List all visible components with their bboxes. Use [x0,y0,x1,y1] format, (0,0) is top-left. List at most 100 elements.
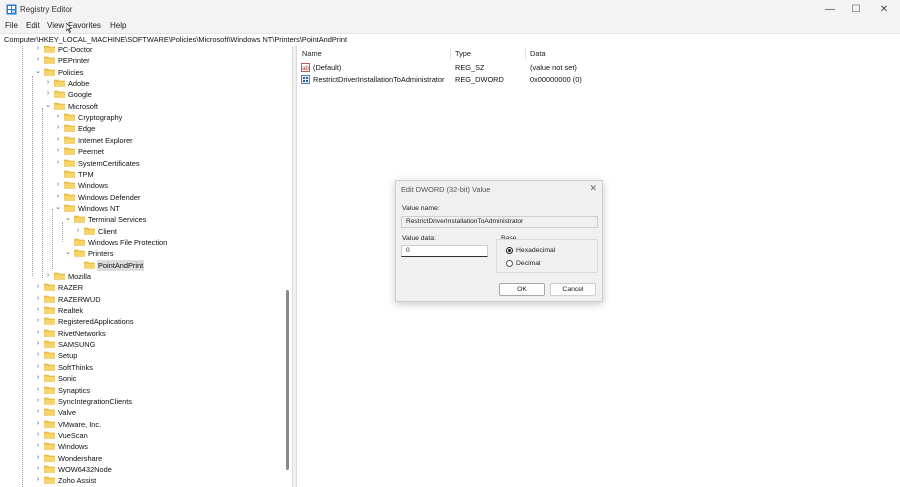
chevron-right-icon[interactable]: › [54,147,62,155]
chevron-down-icon[interactable]: ⌄ [64,249,72,257]
tree-node[interactable]: › Windows [0,441,290,452]
tree-node-label[interactable]: Windows NT [77,203,121,214]
key-tree-pane[interactable]: › PC-Doctor › PEPrinter ⌄ Policies › Adobe › Goog… [0,46,292,487]
tree-node-label[interactable]: Wondershare [57,453,103,464]
chevron-right-icon[interactable]: › [34,340,42,348]
menu-view[interactable]: View [47,21,64,30]
chevron-right-icon[interactable]: › [34,283,42,291]
tree-node-label[interactable]: Zoho Assist [57,475,97,486]
tree-node-label[interactable]: Windows [57,441,89,452]
tree-node-label[interactable]: Sonic [57,373,78,384]
tree-node[interactable]: ⌄ Printers [0,248,290,259]
menu-favorites[interactable]: Favorites [68,21,101,30]
column-header-name[interactable]: Name [302,49,322,58]
hexadecimal-radio[interactable] [506,247,513,254]
tree-node[interactable]: › RAZERWUD [0,294,290,305]
chevron-down-icon[interactable]: ⌄ [34,68,42,76]
ok-button[interactable]: OK [499,283,545,296]
tree-node-label[interactable]: Adobe [67,78,90,89]
tree-node-label[interactable]: SystemCertificates [77,158,141,169]
tree-node[interactable]: › WOW6432Node [0,464,290,475]
tree-node-label[interactable]: PEPrinter [57,55,91,66]
chevron-right-icon[interactable]: › [34,476,42,484]
tree-node-label[interactable]: Mozilla [67,271,92,282]
tree-node-label[interactable]: Synaptics [57,385,91,396]
chevron-right-icon[interactable]: › [34,46,42,53]
chevron-right-icon[interactable]: › [54,136,62,144]
tree-node-label[interactable]: Windows File Protection [87,237,168,248]
value-row[interactable]: RestrictDriverInstallationToAdministrato… [297,74,900,85]
close-button[interactable]: ✕ [869,2,899,17]
tree-node[interactable]: Windows File Protection [0,237,290,248]
tree-node-label[interactable]: VueScan [57,430,89,441]
tree-node[interactable]: › PC-Doctor [0,46,290,55]
tree-node-label[interactable]: Microsoft [67,101,99,112]
tree-node[interactable]: › Edge [0,123,290,134]
tree-node[interactable]: › Windows [0,180,290,191]
tree-node-label[interactable]: PC-Doctor [57,46,94,55]
tree-node-label[interactable]: SyncIntegrationClients [57,396,133,407]
chevron-right-icon[interactable]: › [54,193,62,201]
chevron-right-icon[interactable]: › [34,431,42,439]
chevron-down-icon[interactable]: ⌄ [44,102,52,110]
value-row[interactable]: ab (Default) REG_SZ (value not set) [297,62,900,73]
tree-node[interactable]: › Valve [0,407,290,418]
tree-node-label[interactable]: Client [97,226,118,237]
chevron-right-icon[interactable]: › [34,374,42,382]
dialog-close-icon[interactable]: ✕ [589,183,597,194]
tree-node-label[interactable]: RivetNetworks [57,328,107,339]
chevron-right-icon[interactable]: › [34,363,42,371]
value-data-input[interactable]: 0 [401,245,488,257]
tree-node-label[interactable]: Policies [57,67,84,78]
chevron-right-icon[interactable]: › [54,113,62,121]
tree-node[interactable]: › SyncIntegrationClients [0,396,290,407]
tree-node-label[interactable]: Setup [57,350,78,361]
tree-node[interactable]: › Zoho Assist [0,475,290,486]
menu-help[interactable]: Help [110,21,126,30]
tree-node-label-selected[interactable]: PointAndPrint [97,259,145,271]
chevron-right-icon[interactable]: › [44,272,52,280]
chevron-right-icon[interactable]: › [34,295,42,303]
tree-node[interactable]: › Adobe [0,78,290,89]
tree-node[interactable]: › SAMSUNG [0,339,290,350]
tree-node-label[interactable]: Realtek [57,305,84,316]
tree-node-label[interactable]: RAZER [57,282,84,293]
tree-node[interactable]: › SoftThinks [0,362,290,373]
tree-node[interactable]: › Sonic [0,373,290,384]
cancel-button[interactable]: Cancel [550,283,596,296]
chevron-right-icon[interactable]: › [34,317,42,325]
chevron-right-icon[interactable]: › [34,408,42,416]
tree-node-label[interactable]: Windows Defender [77,192,141,203]
tree-node[interactable]: ⌄ Microsoft [0,101,290,112]
tree-node[interactable]: ⌄ Policies [0,67,290,78]
chevron-right-icon[interactable]: › [44,79,52,87]
tree-node-label[interactable]: TPM [77,169,95,180]
tree-node[interactable]: › Synaptics [0,385,290,396]
tree-node-label[interactable]: Windows [77,180,109,191]
tree-node[interactable]: › VMware, Inc. [0,419,290,430]
decimal-radio[interactable] [506,260,513,267]
chevron-right-icon[interactable]: › [34,454,42,462]
chevron-down-icon[interactable]: ⌄ [54,204,62,212]
tree-scrollbar-thumb[interactable] [286,290,289,470]
tree-node[interactable]: TPM [0,169,290,180]
tree-node-label[interactable]: SoftThinks [57,362,94,373]
tree-node[interactable]: › Peernet [0,146,290,157]
chevron-right-icon[interactable]: › [34,329,42,337]
tree-node-label[interactable]: Terminal Services [87,214,147,225]
column-divider[interactable] [525,48,526,59]
tree-node-label[interactable]: Cryptography [77,112,123,123]
column-header-data[interactable]: Data [530,49,546,58]
tree-node[interactable]: › Realtek [0,305,290,316]
tree-node[interactable]: ⌄ Windows NT [0,203,290,214]
tree-node-label[interactable]: Internet Explorer [77,135,134,146]
column-divider[interactable] [450,48,451,59]
menu-file[interactable]: File [5,21,18,30]
chevron-right-icon[interactable]: › [34,386,42,394]
chevron-right-icon[interactable]: › [44,90,52,98]
address-bar[interactable]: Computer\HKEY_LOCAL_MACHINE\SOFTWARE\Pol… [0,33,900,47]
chevron-right-icon[interactable]: › [54,159,62,167]
tree-node-label[interactable]: Edge [77,123,96,134]
chevron-right-icon[interactable]: › [34,56,42,64]
chevron-right-icon[interactable]: › [34,465,42,473]
